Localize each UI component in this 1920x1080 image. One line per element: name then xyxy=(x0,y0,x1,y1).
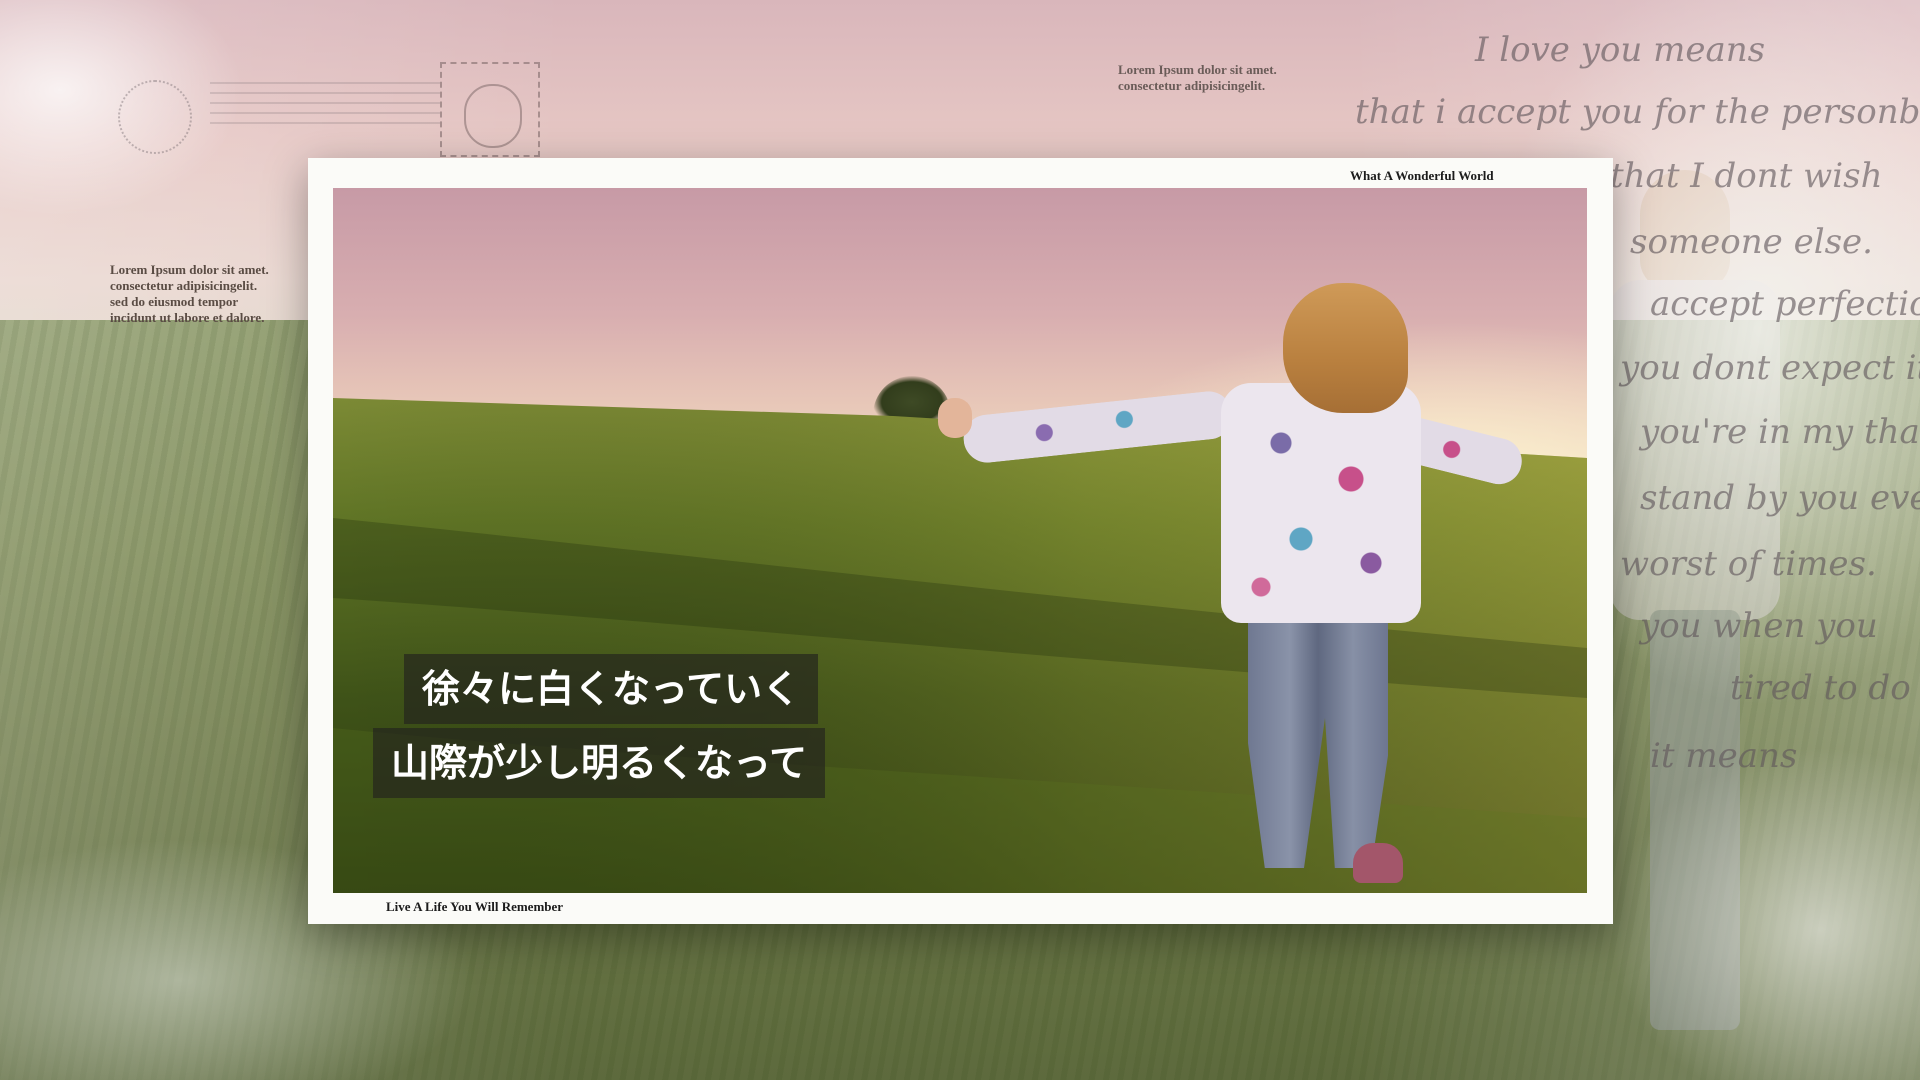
handwriting-line: that I dont wish xyxy=(1610,156,1883,196)
frame-title-top: What A Wonderful World xyxy=(1350,168,1494,183)
handwriting-line: I love you means xyxy=(1475,30,1766,70)
stamp-portrait-icon xyxy=(464,84,522,148)
subtitle-area: 徐々に白くなっていく 山際が少し明るくなって xyxy=(333,188,1587,893)
handwriting-line: worst of times. xyxy=(1620,544,1877,584)
handwriting-line: someone else. xyxy=(1630,222,1873,262)
handwriting-line: accept perfection xyxy=(1650,284,1920,324)
handwriting-line: it means xyxy=(1650,736,1798,776)
handwriting-line: you when you xyxy=(1640,606,1878,646)
handwriting-line: you're in my that xyxy=(1640,412,1920,452)
handwriting-line: that i accept you for the personb xyxy=(1355,92,1920,132)
postmark-lines-icon xyxy=(210,82,440,132)
photo-frame: What A Wonderful World 徐々に白くなっていく 山際が少し明… xyxy=(308,158,1613,924)
frame-title-bottom: Live A Life You Will Remember xyxy=(386,899,564,914)
handwriting-line: stand by you even xyxy=(1640,478,1920,518)
subtitle-line-1: 徐々に白くなっていく xyxy=(404,654,819,724)
handwriting-line: you dont expect it xyxy=(1620,348,1920,388)
video-frame: Lorem Ipsum dolor sit amet. consectetur … xyxy=(0,0,1920,1080)
lorem-text-left: Lorem Ipsum dolor sit amet. consectetur … xyxy=(110,262,269,325)
postmark-circle-icon xyxy=(118,80,192,154)
lorem-text-top: Lorem Ipsum dolor sit amet. consectetur … xyxy=(1118,62,1277,93)
handwriting-line: tired to do xyxy=(1730,668,1911,708)
photo-scene: 徐々に白くなっていく 山際が少し明るくなって xyxy=(333,188,1587,893)
postage-stamp-icon xyxy=(440,62,540,157)
subtitle-line-2: 山際が少し明るくなって xyxy=(373,728,826,798)
